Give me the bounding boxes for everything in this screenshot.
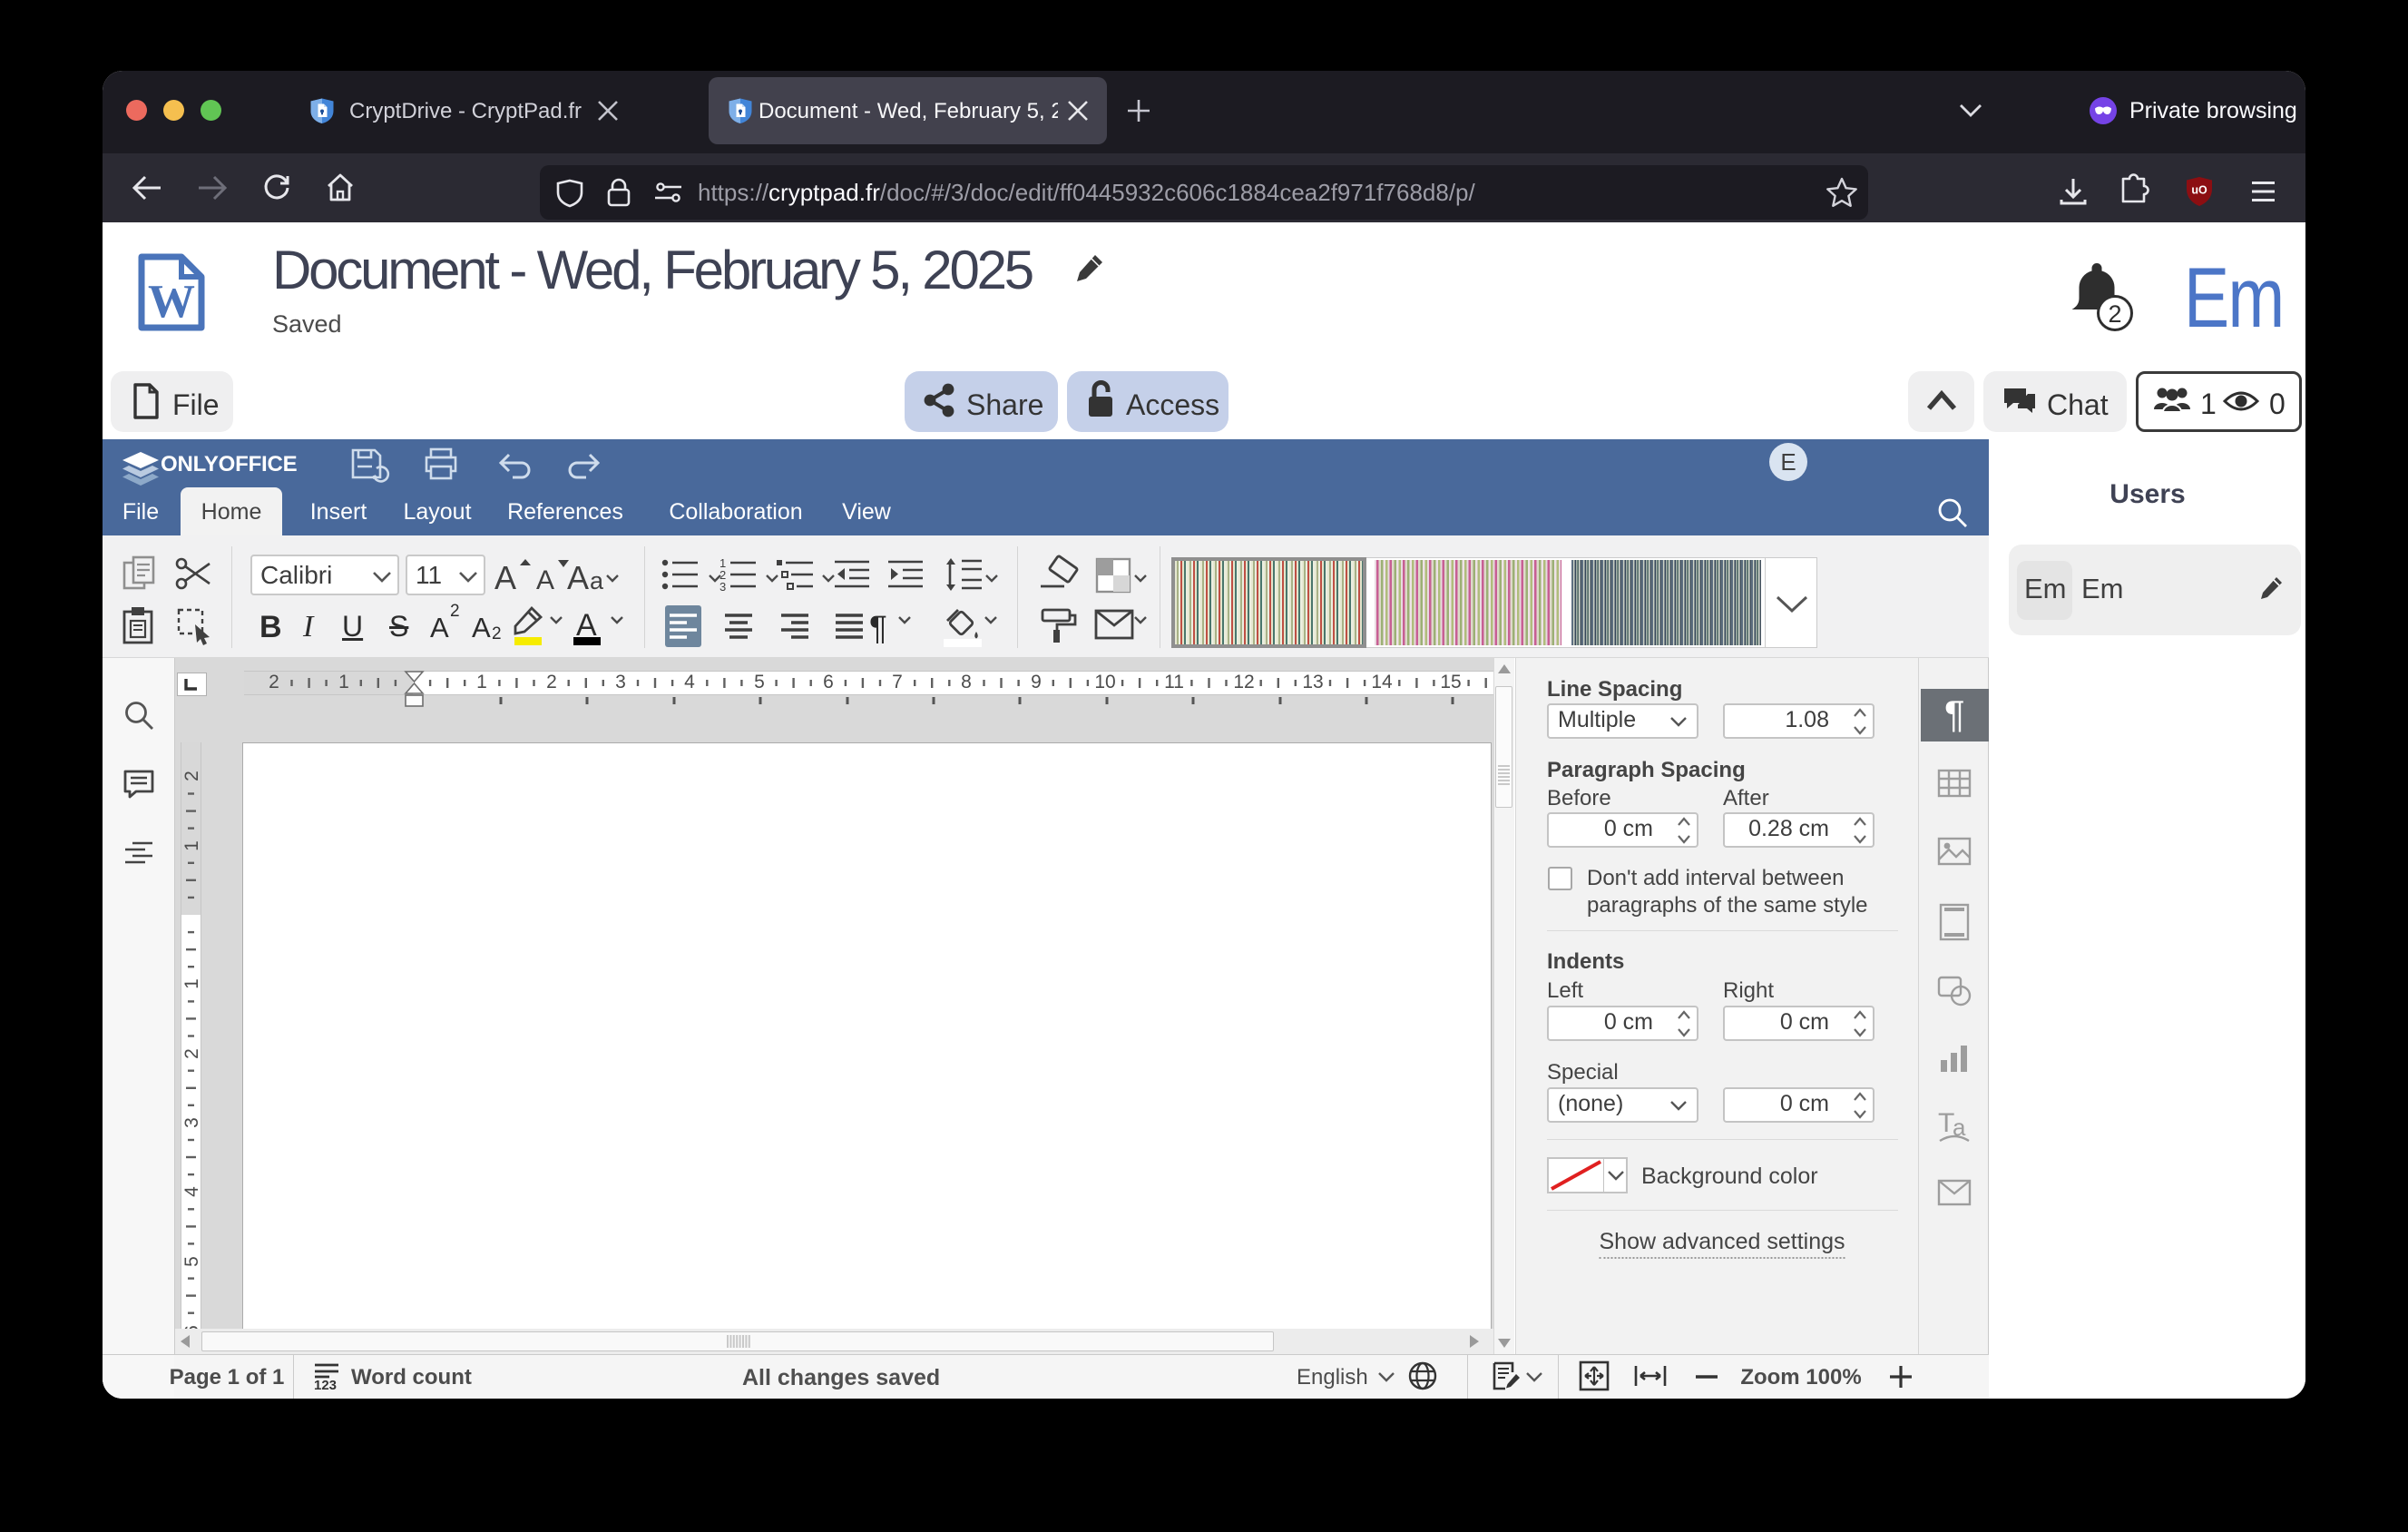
svg-text:123: 123 <box>314 1378 337 1393</box>
svg-text:1: 1 <box>181 840 202 851</box>
svg-text:2: 2 <box>546 672 557 692</box>
svg-text:15: 15 <box>1440 672 1461 692</box>
svg-text:8: 8 <box>961 672 972 692</box>
svg-text:1: 1 <box>338 672 349 692</box>
svg-text:4: 4 <box>181 1186 202 1197</box>
svg-text:2: 2 <box>181 1048 202 1059</box>
svg-text:1: 1 <box>181 978 202 989</box>
svg-text:A: A <box>567 559 589 596</box>
svg-text:W: W <box>148 276 195 328</box>
svg-text:5: 5 <box>181 1256 202 1267</box>
svg-text:¶: ¶ <box>869 609 887 646</box>
svg-text:3: 3 <box>719 580 726 594</box>
svg-text:4: 4 <box>684 672 695 692</box>
svg-text:a: a <box>590 567 604 594</box>
svg-text:7: 7 <box>892 672 903 692</box>
svg-text:3: 3 <box>615 672 626 692</box>
svg-text:uO: uO <box>2191 184 2207 197</box>
svg-text:13: 13 <box>1302 672 1323 692</box>
svg-text:3: 3 <box>181 1117 202 1128</box>
svg-text:14: 14 <box>1371 672 1393 692</box>
svg-text:2: 2 <box>181 771 202 781</box>
svg-text:2: 2 <box>269 672 279 692</box>
svg-text:9: 9 <box>1031 672 1042 692</box>
svg-text:A: A <box>494 559 516 596</box>
svg-text:6: 6 <box>823 672 834 692</box>
svg-text:10: 10 <box>1094 672 1115 692</box>
svg-text:1: 1 <box>476 672 487 692</box>
svg-text:11: 11 <box>1164 672 1184 692</box>
svg-text:5: 5 <box>754 672 765 692</box>
svg-text:12: 12 <box>1233 672 1254 692</box>
svg-text:A: A <box>536 565 554 595</box>
